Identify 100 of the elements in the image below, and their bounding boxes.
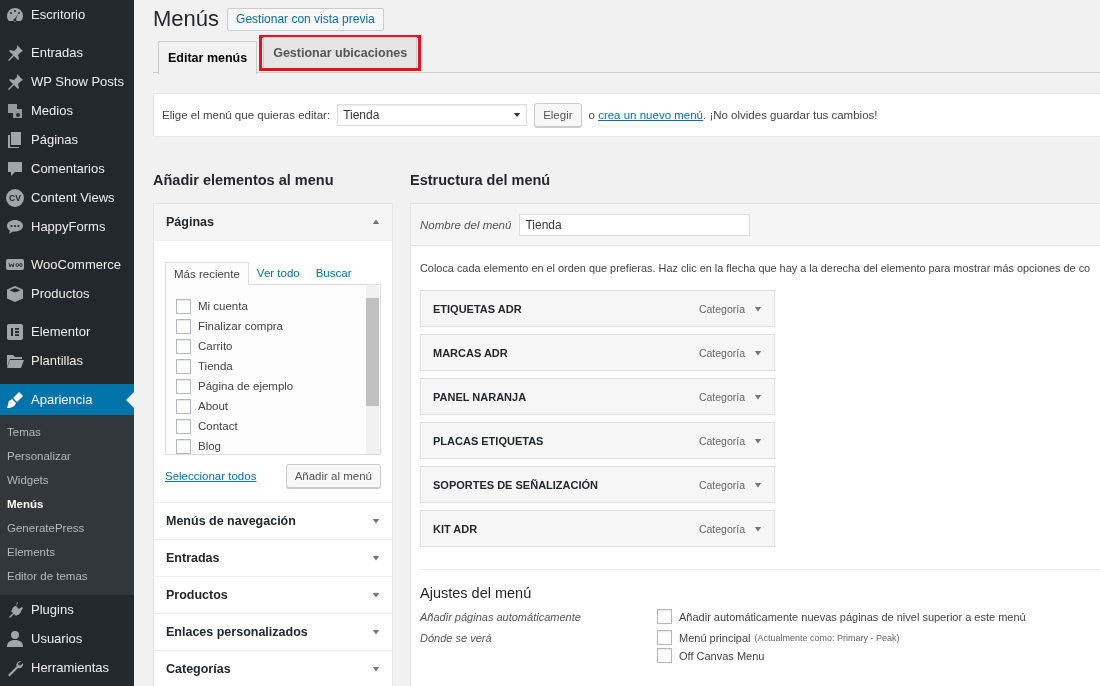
submenu-item[interactable]: Menús bbox=[0, 492, 134, 516]
checkbox[interactable] bbox=[657, 609, 672, 624]
menu-item-type: Categoría bbox=[698, 478, 745, 491]
triangle-down-icon bbox=[754, 436, 762, 445]
menu-item-type: Categoría bbox=[698, 346, 745, 359]
submenu-item[interactable]: Editor de temas bbox=[0, 564, 134, 588]
choose-button[interactable]: Elegir bbox=[534, 103, 582, 127]
sidebar-item[interactable]: WP Show Posts bbox=[0, 67, 134, 96]
checkbox[interactable] bbox=[176, 378, 191, 394]
section-heading: Ajustes del menú bbox=[420, 585, 533, 601]
checkbox[interactable] bbox=[657, 648, 672, 663]
sidebar-item[interactable]: Comentarios bbox=[0, 154, 134, 183]
box-icon bbox=[5, 283, 25, 304]
submenu-item[interactable]: Elements bbox=[0, 540, 134, 564]
sidebar-item[interactable]: Apariencia bbox=[0, 384, 134, 415]
sidebar-item[interactable]: Plantillas bbox=[0, 346, 134, 375]
checkbox[interactable] bbox=[176, 398, 191, 414]
panel-tab[interactable]: Buscar bbox=[307, 262, 360, 284]
tab[interactable]: Gestionar ubicaciones bbox=[263, 37, 418, 68]
triangle-down-icon bbox=[372, 591, 380, 599]
sidebar-item[interactable]: Usuarios bbox=[0, 624, 134, 653]
letter-badge-icon: CV bbox=[6, 188, 24, 207]
panel-tab[interactable]: Ver todo bbox=[248, 262, 308, 284]
triangle-down-icon bbox=[372, 554, 380, 562]
submenu-item[interactable]: Widgets bbox=[0, 468, 134, 492]
menu-item-bar[interactable]: PLACAS ETIQUETAS Categoría bbox=[420, 422, 775, 459]
menu-item-bar[interactable]: PANEL NARANJA Categoría bbox=[420, 378, 775, 415]
triangle-down-icon bbox=[754, 524, 762, 533]
sidebar-item[interactable]: Elementor bbox=[0, 317, 134, 346]
create-menu-sentence: o crea un nuevo menú. ¡No olvides guardar tus cambios! bbox=[588, 109, 878, 121]
menu-item-type: Categoría bbox=[698, 302, 745, 315]
checkbox-label: Mi cuenta bbox=[198, 300, 248, 312]
panel-tab[interactable]: Más reciente bbox=[165, 262, 249, 285]
triangle-down-icon bbox=[754, 392, 762, 401]
setting-label: Dónde se verá bbox=[420, 631, 493, 646]
sidebar-item[interactable]: Herramientas bbox=[0, 653, 134, 682]
accordion-header[interactable]: Menús de navegación bbox=[154, 503, 392, 539]
sidebar-item[interactable]: HappyForms bbox=[0, 212, 134, 241]
menu-item-bar[interactable]: KIT ADR Categoría bbox=[420, 510, 775, 547]
scrollbar[interactable] bbox=[366, 285, 379, 454]
checkbox[interactable] bbox=[176, 338, 191, 354]
paintbrush-icon bbox=[5, 389, 25, 410]
accordion-header[interactable]: Enlaces personalizados bbox=[154, 614, 392, 650]
menu-item-type: Categoría bbox=[698, 434, 745, 447]
checkbox[interactable] bbox=[176, 418, 191, 434]
menu-select[interactable]: Tienda bbox=[337, 104, 528, 126]
menu-item-title: PLACAS ETIQUETAS bbox=[433, 434, 545, 447]
checkbox-label: Página de ejemplo bbox=[198, 380, 294, 392]
setting-label: Añadir páginas automáticamente bbox=[420, 610, 582, 624]
menu-item-title: SOPORTES DE SEÑALIZACIÓN bbox=[433, 478, 600, 491]
menu-item-bar[interactable]: SOPORTES DE SEÑALIZACIÓN Categoría bbox=[420, 466, 775, 503]
accordion-header[interactable]: Categorías bbox=[154, 651, 392, 686]
triangle-up-icon bbox=[372, 218, 380, 226]
menu-item-title: PANEL NARANJA bbox=[433, 390, 528, 403]
checkbox-label: Blog bbox=[198, 440, 222, 452]
triangle-down-icon bbox=[372, 665, 380, 673]
submenu-item[interactable]: Personalizar bbox=[0, 444, 134, 468]
sidebar-item[interactable]: Escritorio bbox=[0, 0, 134, 29]
sidebar-item[interactable]: WooCommerce bbox=[0, 250, 134, 279]
user-icon bbox=[5, 628, 25, 649]
checkbox-label: Añadir automáticamente nuevas páginas de nivel superior a este menú bbox=[679, 610, 1026, 623]
checkbox-label: About bbox=[198, 400, 229, 412]
triangle-down-icon bbox=[754, 304, 762, 313]
submenu-item[interactable]: Temas bbox=[0, 420, 134, 444]
submenu-item[interactable]: GeneratePress bbox=[0, 516, 134, 540]
add-to-menu-button[interactable]: Añadir al menú bbox=[285, 464, 381, 488]
menu-item-title: ETIQUETAS ADR bbox=[433, 302, 523, 315]
menu-name-field[interactable]: Tienda bbox=[519, 213, 751, 236]
menu-item-type: Categoría bbox=[698, 522, 745, 535]
menu-item-title: MARCAS ADR bbox=[433, 346, 509, 359]
sidebar-item[interactable]: Productos bbox=[0, 279, 134, 308]
checkbox[interactable] bbox=[176, 298, 191, 314]
checkbox[interactable] bbox=[176, 358, 191, 374]
checkbox[interactable] bbox=[176, 318, 191, 334]
field-label: Nombre del menú bbox=[420, 218, 512, 231]
sidebar-item[interactable]: Plugins bbox=[0, 595, 134, 624]
create-menu-link[interactable]: crea un nuevo menú bbox=[598, 109, 703, 121]
accordion-header[interactable]: Entradas bbox=[154, 540, 392, 576]
sidebar-item[interactable]: Páginas bbox=[0, 125, 134, 154]
tab[interactable]: Editar menús bbox=[158, 41, 258, 74]
menu-item-bar[interactable]: ETIQUETAS ADR Categoría bbox=[420, 290, 775, 327]
accordion-header[interactable]: Páginas bbox=[154, 204, 392, 241]
elementor-icon bbox=[5, 321, 25, 342]
menu-item-bar[interactable]: MARCAS ADR Categoría bbox=[420, 334, 775, 371]
instructions-text: Coloca cada elemento en el orden que prefieras. Haz clic en la flecha que hay a la derecha del elemento para mostrar más opciones de co bbox=[420, 262, 1092, 274]
chooser-label: Elige el menú que quieras editar: bbox=[162, 109, 331, 121]
menu-item-type: Categoría bbox=[698, 390, 745, 403]
caret-icon bbox=[513, 111, 522, 119]
sidebar-item[interactable]: Medios bbox=[0, 96, 134, 125]
select-all-link[interactable]: Seleccionar todos bbox=[165, 470, 257, 482]
checkbox-label: Carrito bbox=[198, 340, 233, 352]
checkbox-label: Finalizar compra bbox=[198, 320, 283, 332]
checkbox[interactable] bbox=[176, 438, 191, 454]
checkbox-label: Tienda bbox=[198, 360, 233, 372]
triangle-down-icon bbox=[372, 628, 380, 636]
accordion-header[interactable]: Productos bbox=[154, 577, 392, 613]
sidebar-item[interactable]: Entradas bbox=[0, 38, 134, 67]
preview-button[interactable]: Gestionar con vista previa bbox=[227, 7, 384, 31]
checkbox[interactable] bbox=[657, 630, 672, 645]
sidebar-item[interactable]: CV Content Views bbox=[0, 183, 134, 212]
